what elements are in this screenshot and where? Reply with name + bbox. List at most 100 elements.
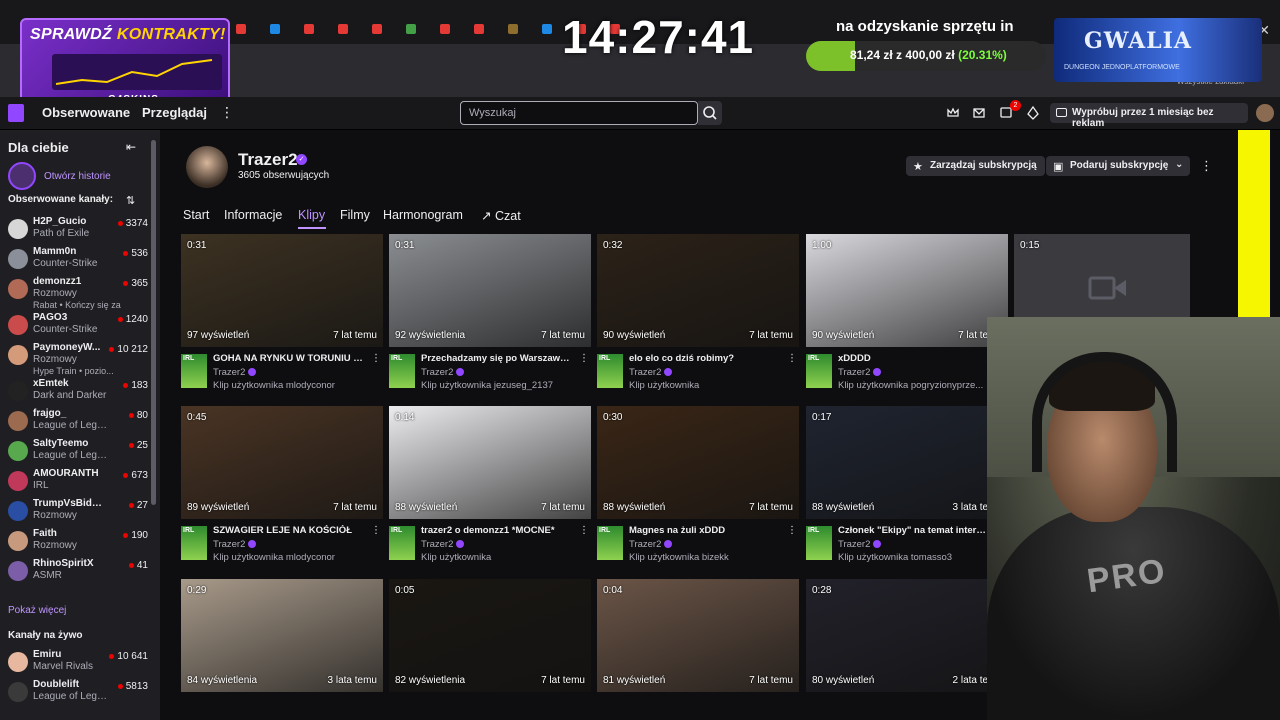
channel-avatar[interactable] — [186, 146, 228, 188]
sidebar-channel-item[interactable]: TrumpVsBiden2...Rozmowy 27 — [8, 497, 148, 527]
category-boxart[interactable]: IRL — [806, 354, 832, 388]
search-icon[interactable] — [698, 101, 722, 125]
clip-card[interactable]: 0:05 82 wyświetlenia 7 lat temu — [389, 579, 591, 720]
category-boxart[interactable]: IRL — [181, 526, 207, 560]
tab-chat[interactable]: ↗ Czat — [481, 208, 521, 223]
sidebar-channel-item[interactable]: Doublelift League of Lege... 5813 — [8, 678, 148, 708]
clip-card[interactable]: 0:32 90 wyświetleń 7 lat temu IRL elo elo co… — [597, 234, 799, 394]
inbox-icon[interactable] — [972, 106, 986, 120]
sidebar-channel-item[interactable]: H2P_Gucio Path of Exile 3374 — [8, 215, 148, 245]
sidebar-channel-item[interactable]: PaymoneyW... Rozmowy Hype Train • pozio...… — [8, 341, 148, 376]
nav-browse[interactable]: Przeglądaj — [142, 105, 207, 120]
sort-icon[interactable]: ⇅ — [126, 194, 135, 207]
show-more-link[interactable]: Pokaż więcej — [8, 605, 66, 616]
nav-following[interactable]: Obserwowane — [42, 105, 130, 120]
clip-thumbnail[interactable]: 0:28 80 wyświetleń 2 lata temu — [806, 579, 1008, 692]
category-boxart[interactable]: IRL — [181, 354, 207, 388]
clip-card[interactable]: 0:45 89 wyświetleń 7 lat temu IRL SZWAGIER L… — [181, 406, 383, 566]
browser-tab[interactable] — [338, 20, 348, 38]
clip-title[interactable]: Członek "Ekipy" na temat intern... — [838, 525, 988, 536]
clip-thumbnail[interactable]: 0:32 90 wyświetleń 7 lat temu — [597, 234, 799, 347]
sidebar-channel-item[interactable]: PAGO3 Counter-Strike 1240 — [8, 311, 148, 341]
browser-tab[interactable] — [304, 20, 314, 38]
gift-subscription-button[interactable]: ▣ Podaruj subskrypcję ⌄ — [1046, 156, 1191, 176]
clip-card[interactable]: 1:00 90 wyświetleń 7 lat temu IRL xDDDD Traze… — [806, 234, 1008, 394]
browser-tab[interactable] — [542, 20, 552, 38]
clip-card[interactable]: 0:31 92 wyświetlenia 7 lat temu IRL Przechad… — [389, 234, 591, 394]
collapse-sidebar-icon[interactable]: ⇤ — [126, 140, 136, 154]
clip-thumbnail[interactable]: 0:29 84 wyświetlenia 3 lata temu — [181, 579, 383, 692]
sidebar-channel-item[interactable]: Faith Rozmowy 190 — [8, 527, 148, 557]
clip-title[interactable]: trazer2 o demonzz1 *MOCNE* — [421, 525, 571, 536]
clip-card[interactable]: 0:04 81 wyświetleń 7 lat temu — [597, 579, 799, 720]
sidebar-channel-item[interactable]: frajgo_ League of Lege... 80 — [8, 407, 148, 437]
tab-clips[interactable]: Klipy — [298, 208, 325, 222]
open-history-button[interactable]: Otwórz historie — [8, 162, 111, 190]
clip-title[interactable]: GOHA NA RYNKU W TORUNIU P... — [213, 353, 363, 364]
clip-more-icon[interactable]: ⋮ — [371, 525, 381, 536]
clip-channel[interactable]: Trazer2 — [838, 539, 882, 550]
clip-title[interactable]: SZWAGIER LEJE NA KOŚCIÓŁ — [213, 525, 363, 536]
browser-tab[interactable] — [440, 20, 450, 38]
channel-name[interactable]: Trazer2 — [238, 150, 298, 170]
clip-title[interactable]: Przechadzamy się po Warszaws... — [421, 353, 571, 364]
sidebar-channel-item[interactable]: demonzz1 Rozmowy Rabat • Kończy się za 365 — [8, 275, 148, 310]
clip-title[interactable]: Magnes na żuli xDDD — [629, 525, 779, 536]
clip-channel[interactable]: Trazer2 — [213, 367, 257, 378]
clip-thumbnail[interactable]: 0:31 97 wyświetleń 7 lat temu — [181, 234, 383, 347]
clip-thumbnail[interactable]: 0:17 88 wyświetleń 3 lata temu — [806, 406, 1008, 519]
browser-tab[interactable] — [372, 20, 382, 38]
clip-channel[interactable]: Trazer2 — [213, 539, 257, 550]
tab-start[interactable]: Start — [183, 208, 209, 222]
tab-videos[interactable]: Filmy — [340, 208, 370, 222]
clip-channel[interactable]: Trazer2 — [629, 367, 673, 378]
clip-card[interactable]: 0:14 88 wyświetleń 7 lat temu IRL trazer2 o … — [389, 406, 591, 566]
clip-thumbnail[interactable]: 0:15 — [1014, 234, 1190, 317]
sidebar-channel-item[interactable]: Emiru Marvel Rivals 10 641 — [8, 648, 148, 678]
clip-channel[interactable]: Trazer2 — [421, 539, 465, 550]
user-avatar[interactable] — [1256, 104, 1274, 122]
clip-title[interactable]: xDDDD — [838, 353, 988, 364]
clip-card[interactable]: 0:28 80 wyświetleń 2 lata temu — [806, 579, 1008, 720]
clip-card[interactable]: 0:30 88 wyświetleń 7 lat temu IRL Magnes na … — [597, 406, 799, 566]
sidebar-channel-item[interactable]: AMOURANTH IRL 673 — [8, 467, 148, 497]
clip-thumbnail[interactable]: 0:05 82 wyświetlenia 7 lat temu — [389, 579, 591, 692]
clip-more-icon[interactable]: ⋮ — [579, 525, 589, 536]
crown-icon[interactable] — [946, 106, 960, 120]
clip-channel[interactable]: Trazer2 — [421, 367, 465, 378]
clip-card[interactable]: 0:31 97 wyświetleń 7 lat temu IRL GOHA NA RY… — [181, 234, 383, 394]
channel-more-icon[interactable]: ⋮ — [1200, 158, 1213, 174]
category-boxart[interactable]: IRL — [806, 526, 832, 560]
clip-card[interactable]: 0:17 88 wyświetleń 3 lata temu IRL Członek "… — [806, 406, 1008, 566]
browser-tab[interactable] — [270, 20, 280, 38]
clip-card[interactable]: 0:29 84 wyświetlenia 3 lata temu — [181, 579, 383, 720]
clip-thumbnail[interactable]: 0:45 89 wyświetleń 7 lat temu — [181, 406, 383, 519]
clip-more-icon[interactable]: ⋮ — [787, 525, 797, 536]
clip-title[interactable]: elo elo co dziś robimy? — [629, 353, 779, 364]
browser-tab[interactable] — [508, 20, 518, 38]
browser-tab[interactable] — [406, 20, 416, 38]
category-boxart[interactable]: IRL — [389, 354, 415, 388]
clip-more-icon[interactable]: ⋮ — [579, 353, 589, 364]
category-boxart[interactable]: IRL — [597, 526, 623, 560]
bits-icon[interactable] — [1026, 106, 1040, 120]
clip-thumbnail[interactable]: 0:14 88 wyświetleń 7 lat temu — [389, 406, 591, 519]
clip-thumbnail[interactable]: 1:00 90 wyświetleń 7 lat temu — [806, 234, 1008, 347]
clip-channel[interactable]: Trazer2 — [629, 539, 673, 550]
manage-subscription-button[interactable]: ★ Zarządzaj subskrypcją — [906, 156, 1045, 176]
sidebar-channel-item[interactable]: SaltyTeemo League of Lege... 25 — [8, 437, 148, 467]
sidebar-channel-item[interactable]: Mamm0n Counter-Strike 536 — [8, 245, 148, 275]
tab-about[interactable]: Informacje — [224, 208, 282, 222]
sidebar-channel-item[interactable]: RhinoSpiritX ASMR 41 — [8, 557, 148, 587]
clip-thumbnail[interactable]: 0:04 81 wyświetleń 7 lat temu — [597, 579, 799, 692]
category-boxart[interactable]: IRL — [597, 354, 623, 388]
tab-schedule[interactable]: Harmonogram — [383, 208, 463, 222]
sidebar-channel-item[interactable]: xEmtek Dark and Darker 183 — [8, 377, 148, 407]
clip-thumbnail[interactable]: 0:30 88 wyświetleń 7 lat temu — [597, 406, 799, 519]
clip-more-icon[interactable]: ⋮ — [371, 353, 381, 364]
clip-more-icon[interactable]: ⋮ — [787, 353, 797, 364]
browser-tab[interactable] — [236, 20, 246, 38]
twitch-logo-icon[interactable] — [8, 104, 24, 122]
clip-channel[interactable]: Trazer2 — [838, 367, 882, 378]
search-input[interactable]: Wyszukaj — [460, 101, 698, 125]
